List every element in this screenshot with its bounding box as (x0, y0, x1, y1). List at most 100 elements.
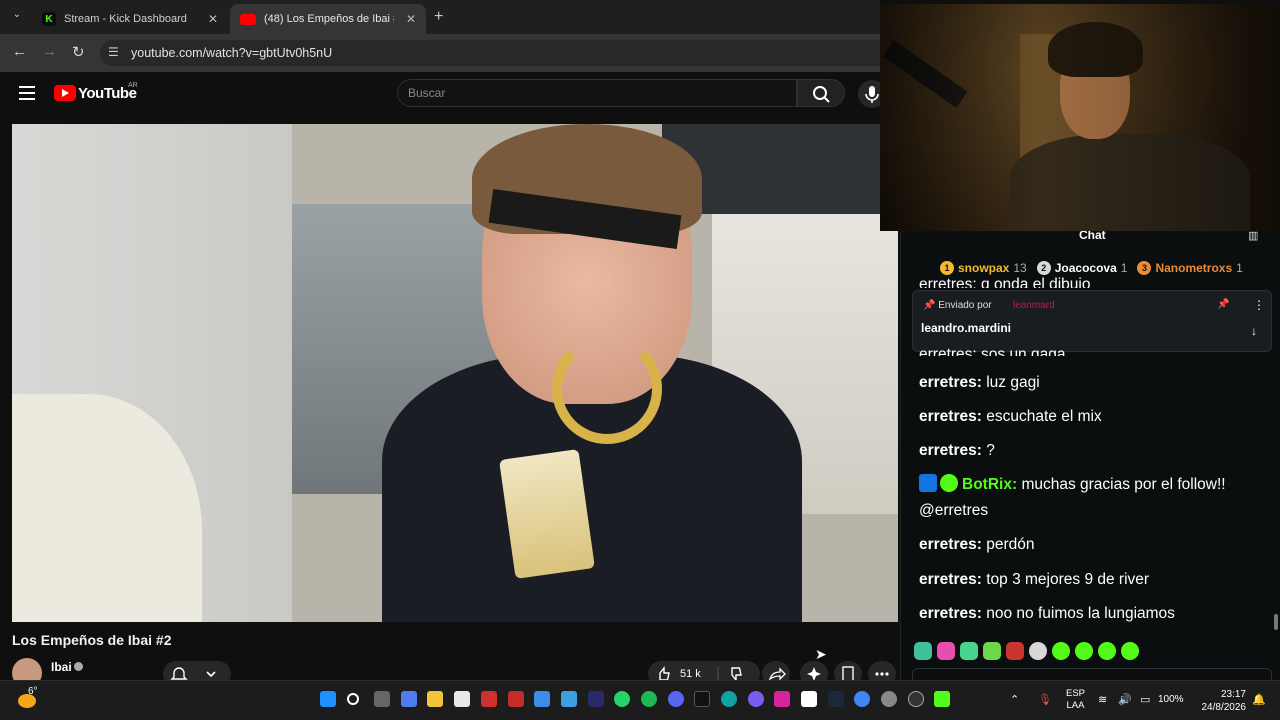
video-player[interactable] (12, 124, 898, 622)
emote-icon (1052, 642, 1070, 660)
chat-username[interactable]: erretres (919, 408, 977, 425)
chat-username[interactable]: erretres (919, 536, 977, 553)
app-pen-icon[interactable] (561, 691, 577, 707)
site-info-icon[interactable]: ☰ (108, 45, 119, 59)
taskbar (0, 680, 1280, 720)
wifi-icon[interactable]: ≋ (1098, 693, 1107, 706)
chrome-icon[interactable] (854, 691, 870, 707)
rank-badge: 2 (1036, 261, 1051, 275)
chat-text: noo no fuimos la lungiamos (986, 605, 1175, 622)
edge-icon[interactable] (721, 691, 737, 707)
copilot-icon[interactable] (401, 691, 417, 707)
url-text[interactable]: youtube.com/watch?v=gbtUtv0h5nU (131, 46, 332, 60)
app-blue-icon[interactable] (534, 691, 550, 707)
discord-icon[interactable] (668, 691, 684, 707)
leaderboard-entry[interactable]: 1 snowpax 13 (940, 261, 1027, 275)
video-title: Los Empeños de Ibai #2 (12, 632, 172, 648)
search-taskbar-icon[interactable] (347, 693, 359, 705)
task-view-icon[interactable] (374, 691, 390, 707)
emote-icon (1121, 642, 1139, 660)
youtube-logo-icon[interactable] (54, 85, 76, 101)
video-frame-pendant (499, 449, 595, 579)
tab-youtube-video[interactable]: (48) Los Empeños de Ibai #… ✕ (230, 4, 426, 34)
chat-username[interactable]: erretres (919, 571, 977, 588)
battery-icon[interactable]: ▭ (1140, 693, 1150, 706)
new-tab-plus-icon[interactable]: + (434, 8, 443, 26)
app-circle-icon[interactable] (748, 691, 764, 707)
tab-title: (48) Los Empeños de Ibai #… (264, 13, 394, 25)
pinned-by-label: 📌 Enviado por (923, 300, 992, 311)
chat-text: top 3 mejores 9 de river (986, 571, 1150, 588)
search-button[interactable] (797, 79, 845, 107)
store-icon[interactable] (454, 691, 470, 707)
weather-icon[interactable] (18, 694, 36, 708)
settings-gear-icon[interactable] (881, 691, 897, 707)
reload-icon[interactable]: ↻ (72, 43, 85, 61)
search-icon (813, 86, 830, 103)
whatsapp-icon[interactable] (614, 691, 630, 707)
leaderboard-entry[interactable]: 2 Joacocova 1 (1036, 261, 1127, 275)
notifications-icon[interactable]: 🔔 (1252, 693, 1266, 706)
tiktok-icon[interactable] (694, 691, 710, 707)
tab-kick-dashboard[interactable]: K Stream - Kick Dashboard ✕ (32, 4, 228, 34)
webcam-lighting (880, 4, 1280, 231)
language-indicator[interactable]: ESP LAA (1066, 688, 1085, 712)
pinned-more-icon[interactable]: ⋮ (1253, 298, 1265, 312)
windows-start-icon[interactable] (320, 691, 336, 707)
gift-leaderboard: 1 snowpax 13 2 Joacocova 1 3 Nanometroxs… (940, 261, 1243, 275)
kick-icon[interactable] (934, 691, 950, 707)
chat-username[interactable]: BotRix (962, 476, 1012, 493)
clock[interactable]: 23:17 24/8/2026 (1196, 688, 1247, 714)
volume-icon[interactable]: 🔊 (1118, 693, 1132, 706)
menu-hamburger-icon[interactable] (19, 86, 35, 100)
file-explorer-icon[interactable] (427, 691, 443, 707)
obs-icon[interactable] (908, 691, 924, 707)
mouse-cursor-icon: ➤ (815, 646, 827, 662)
search-input[interactable]: Buscar (397, 79, 797, 107)
chat-message: erretres: ? (919, 442, 995, 459)
spotify-icon[interactable] (641, 691, 657, 707)
chat-scrollbar[interactable] (1274, 614, 1278, 630)
verified-bot-check-icon (940, 474, 958, 492)
leaderboard-name: snowpax (958, 261, 1010, 275)
pinned-message[interactable]: 📌 Enviado por leanmard leandro.mardini 📌… (912, 290, 1272, 352)
emote-row (914, 642, 1139, 660)
battery-percent: 100% (1158, 694, 1184, 705)
instagram-icon[interactable] (774, 691, 790, 707)
tab-search-chevron-icon[interactable]: ⌄ (8, 9, 26, 25)
leaderboard-name: Nanometroxs (1155, 261, 1233, 275)
emote-icon (1075, 642, 1093, 660)
video-frame-chain (552, 334, 662, 444)
back-arrow-icon[interactable]: ← (12, 43, 27, 60)
microphone-icon[interactable]: 🎙 (1038, 693, 1052, 706)
rank-badge: 1 (940, 261, 954, 275)
steam-icon[interactable] (828, 691, 844, 707)
notion-icon[interactable] (801, 691, 817, 707)
leaderboard-entry[interactable]: 3 Nanometroxs 1 (1137, 261, 1243, 275)
chat-username[interactable]: erretres (919, 605, 977, 622)
pin-icon[interactable]: 📌 (1217, 299, 1229, 310)
emote-icon (1098, 642, 1116, 660)
app-n-icon[interactable] (588, 691, 604, 707)
emote-icon (983, 642, 1001, 660)
tab-title: Stream - Kick Dashboard (64, 13, 187, 25)
tray-chevron-up-icon[interactable]: ⌃ (1010, 693, 1019, 706)
chat-username[interactable]: erretres (919, 442, 977, 459)
emote-icon (1006, 642, 1024, 660)
chat-text: perdón (986, 536, 1035, 553)
webcam-overlay (880, 4, 1280, 231)
chat-username[interactable]: erretres (919, 374, 977, 391)
channel-name[interactable]: Ibai (51, 660, 72, 674)
moderator-hammer-icon (919, 474, 937, 492)
emote-icon (914, 642, 932, 660)
pinned-sender[interactable]: leanmard (1013, 300, 1055, 311)
close-tab-icon[interactable]: ✕ (406, 12, 416, 26)
close-tab-icon[interactable]: ✕ (208, 12, 218, 26)
chat-message: erretres: escuchate el mix (919, 408, 1102, 425)
chat-message-partial: erretres: sos un gaga (919, 346, 1066, 356)
verified-check-icon (74, 662, 83, 671)
antivirus-icon[interactable] (508, 691, 524, 707)
app-l-icon[interactable] (481, 691, 497, 707)
pinned-expand-arrow-icon[interactable]: ↓ (1251, 324, 1257, 338)
forward-arrow-icon[interactable]: → (42, 43, 57, 60)
